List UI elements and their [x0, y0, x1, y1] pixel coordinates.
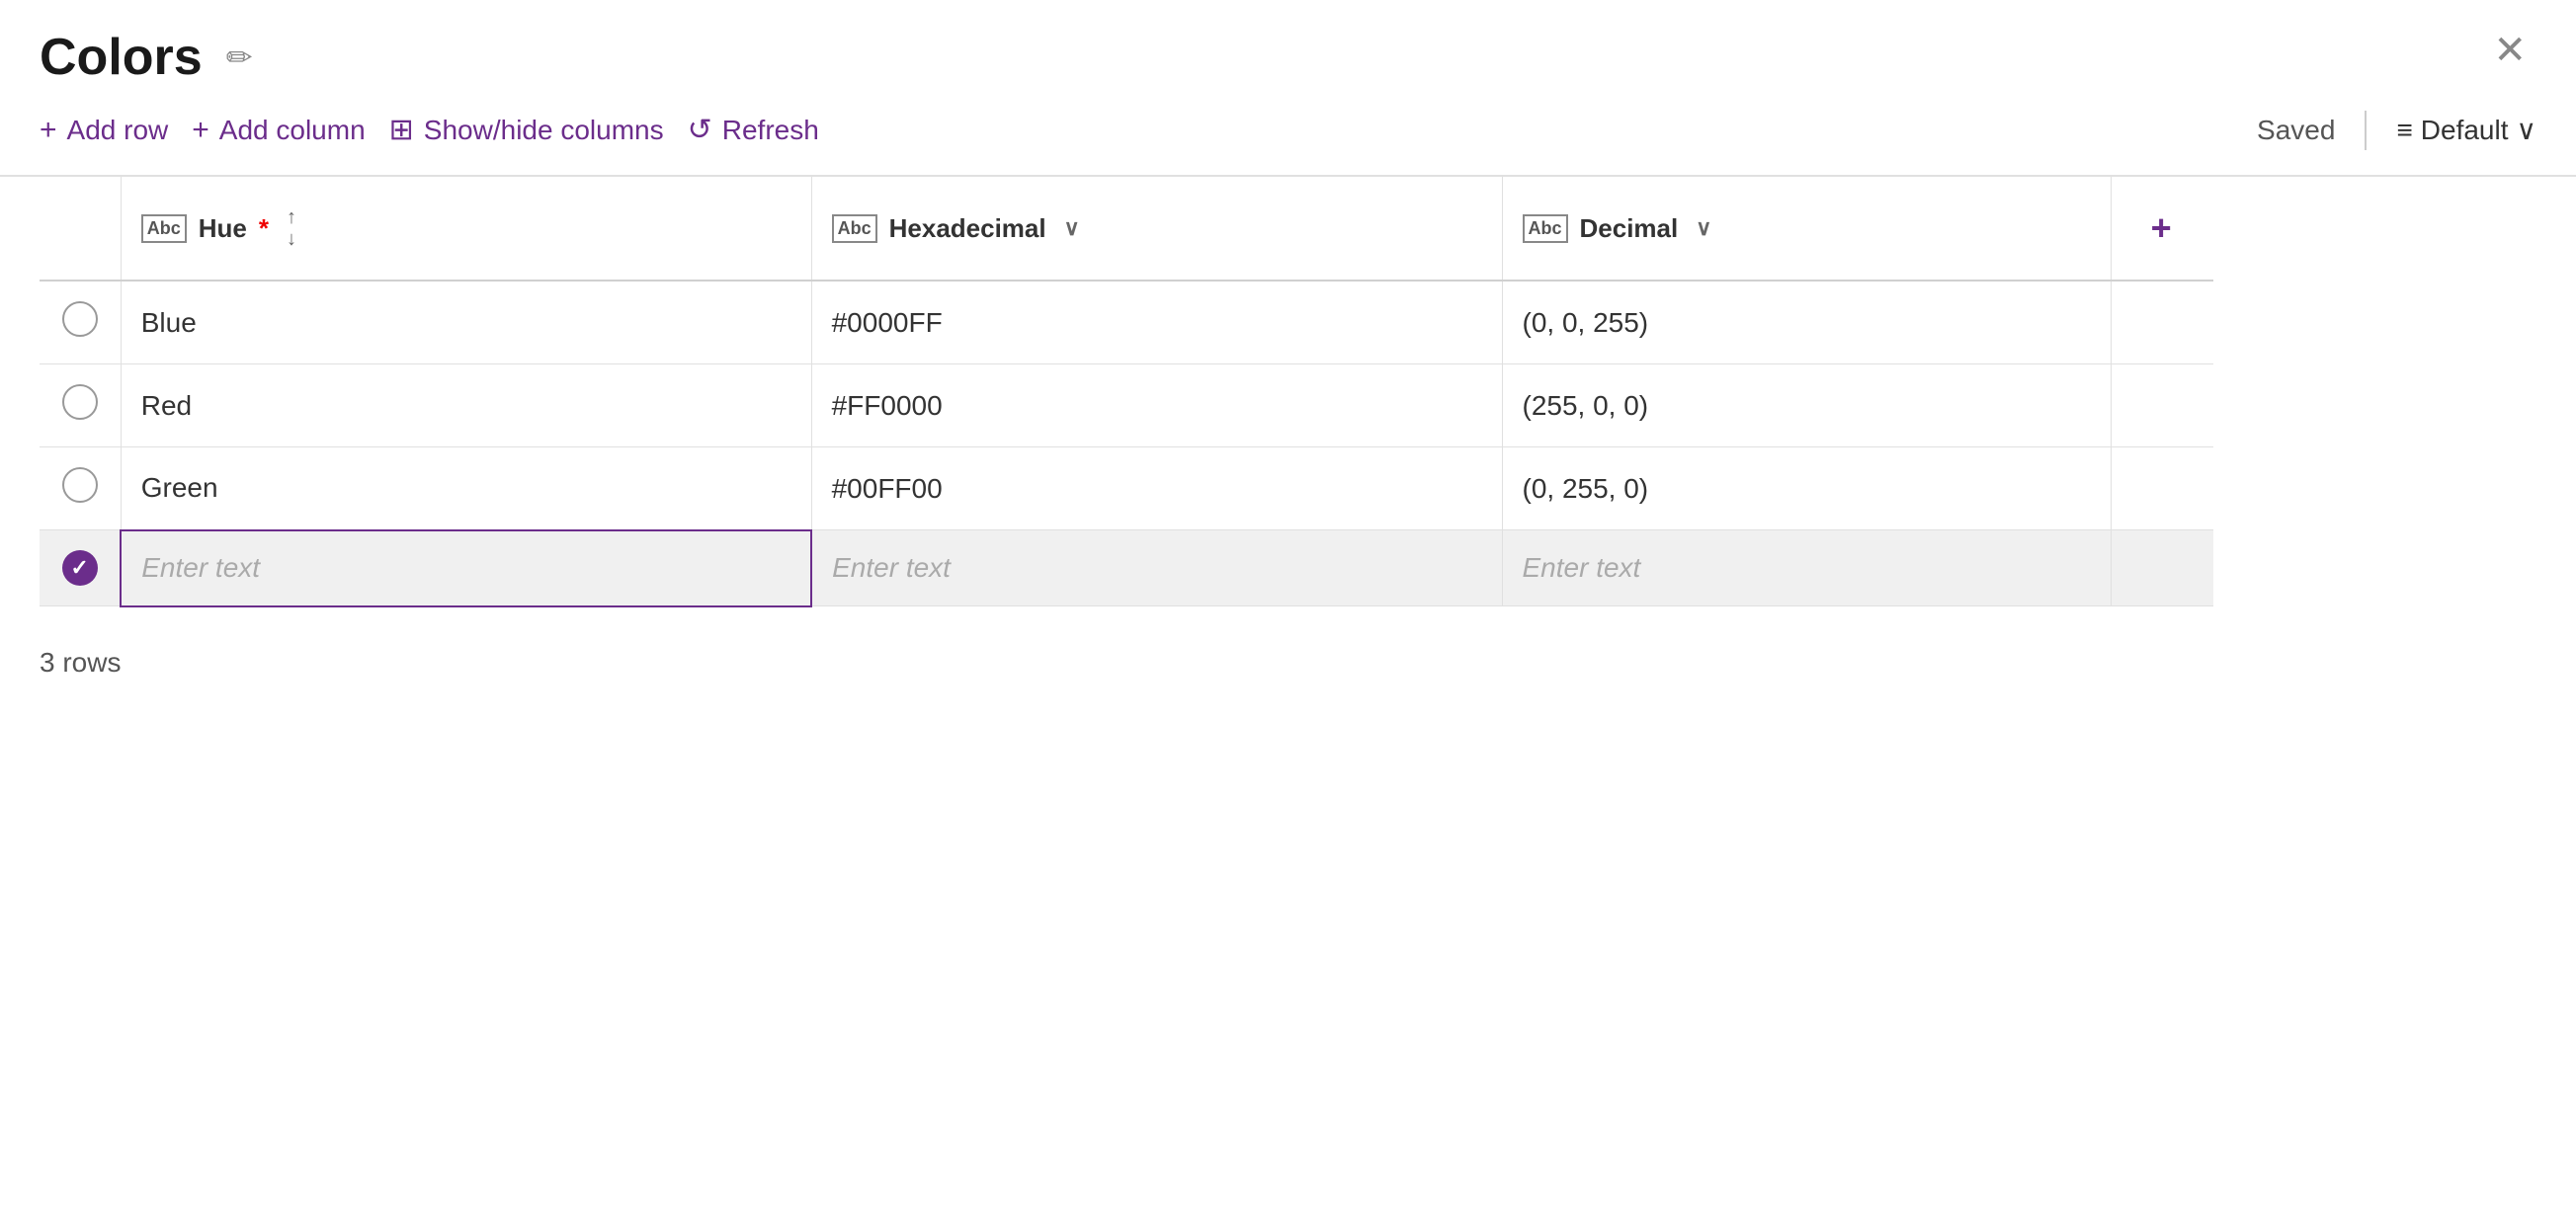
- dec-chevron-icon[interactable]: ∨: [1696, 215, 1711, 241]
- add-column-label: Add column: [219, 115, 366, 146]
- hue-sort-down-icon[interactable]: ↓: [287, 229, 296, 249]
- colors-table: Abc Hue * ↑ ↓ Abc Hexadecimal ∨: [40, 177, 2213, 607]
- new-row-selector[interactable]: [40, 530, 121, 606]
- dec-col-icon: Abc: [1523, 214, 1568, 243]
- radio-button-0[interactable]: [62, 301, 98, 337]
- row-selector-2[interactable]: [40, 447, 121, 530]
- new-row-hue-input[interactable]: Enter text: [121, 530, 811, 606]
- row-selector-1[interactable]: [40, 364, 121, 447]
- row-dec-0[interactable]: (0, 0, 255): [1502, 281, 2112, 364]
- refresh-icon: ↺: [688, 113, 712, 147]
- saved-label: Saved: [2257, 115, 2335, 146]
- edit-title-icon[interactable]: ✏: [226, 39, 253, 76]
- row-empty-0: [2112, 281, 2213, 364]
- add-column-button[interactable]: + Add column: [192, 106, 388, 155]
- add-column-icon[interactable]: +: [2131, 199, 2191, 258]
- new-row-radio-checked[interactable]: [62, 550, 98, 586]
- page-title: Colors: [40, 28, 203, 87]
- row-hex-2[interactable]: #00FF00: [811, 447, 1502, 530]
- radio-button-2[interactable]: [62, 467, 98, 503]
- hue-sort-icons: ↑ ↓: [287, 207, 296, 249]
- toolbar: + Add row + Add column ⊞ Show/hide colum…: [0, 105, 2576, 175]
- table-container: Abc Hue * ↑ ↓ Abc Hexadecimal ∨: [0, 177, 2576, 607]
- chevron-down-icon: ∨: [2517, 114, 2537, 146]
- plus-icon-2: +: [192, 114, 209, 147]
- toolbar-right: Saved ≡ Default ∨: [2257, 111, 2536, 150]
- hue-col-icon: Abc: [141, 214, 187, 243]
- row-hue-2[interactable]: Green: [121, 447, 811, 530]
- col-header-decimal[interactable]: Abc Decimal ∨: [1502, 177, 2112, 281]
- page-header: Colors ✏ ✕: [0, 0, 2576, 105]
- row-hex-0[interactable]: #0000FF: [811, 281, 1502, 364]
- refresh-button[interactable]: ↺ Refresh: [688, 105, 843, 155]
- footer: 3 rows: [0, 607, 2576, 698]
- hue-sort-up-icon[interactable]: ↑: [287, 207, 296, 227]
- hex-chevron-icon[interactable]: ∨: [1064, 215, 1080, 241]
- hex-col-label: Hexadecimal: [889, 213, 1046, 244]
- plus-icon: +: [40, 114, 57, 147]
- col-header-add[interactable]: +: [2112, 177, 2213, 281]
- hex-col-icon: Abc: [832, 214, 877, 243]
- row-empty-2: [2112, 447, 2213, 530]
- close-icon[interactable]: ✕: [2493, 28, 2527, 73]
- radio-button-1[interactable]: [62, 384, 98, 420]
- new-row-empty: [2112, 530, 2213, 606]
- table-row: Green #00FF00 (0, 255, 0): [40, 447, 2213, 530]
- row-count: 3 rows: [40, 647, 121, 678]
- row-hex-1[interactable]: #FF0000: [811, 364, 1502, 447]
- row-selector-0[interactable]: [40, 281, 121, 364]
- table-row: Red #FF0000 (255, 0, 0): [40, 364, 2213, 447]
- row-hue-0[interactable]: Blue: [121, 281, 811, 364]
- add-row-label: Add row: [67, 115, 169, 146]
- row-dec-1[interactable]: (255, 0, 0): [1502, 364, 2112, 447]
- dec-col-label: Decimal: [1580, 213, 1679, 244]
- col-header-selector: [40, 177, 121, 281]
- row-dec-2[interactable]: (0, 255, 0): [1502, 447, 2112, 530]
- hue-col-label: Hue: [199, 213, 247, 244]
- table-header-row: Abc Hue * ↑ ↓ Abc Hexadecimal ∨: [40, 177, 2213, 281]
- row-empty-1: [2112, 364, 2213, 447]
- table-row: Blue #0000FF (0, 0, 255): [40, 281, 2213, 364]
- new-row-hex-input[interactable]: Enter text: [811, 530, 1502, 606]
- col-header-hue[interactable]: Abc Hue * ↑ ↓: [121, 177, 811, 281]
- show-hide-columns-button[interactable]: ⊞ Show/hide columns: [389, 105, 688, 155]
- new-row: Enter text Enter text Enter text: [40, 530, 2213, 606]
- menu-icon: ≡: [2396, 115, 2412, 146]
- show-hide-label: Show/hide columns: [424, 115, 664, 146]
- new-row-dec-input[interactable]: Enter text: [1502, 530, 2112, 606]
- default-label: Default: [2421, 115, 2509, 146]
- col-header-hexadecimal[interactable]: Abc Hexadecimal ∨: [811, 177, 1502, 281]
- toolbar-vertical-divider: [2365, 111, 2367, 150]
- show-hide-icon: ⊞: [389, 113, 414, 147]
- row-hue-1[interactable]: Red: [121, 364, 811, 447]
- refresh-label: Refresh: [722, 115, 819, 146]
- default-button[interactable]: ≡ Default ∨: [2396, 114, 2536, 146]
- hue-required-star: *: [259, 213, 269, 244]
- add-row-button[interactable]: + Add row: [40, 106, 192, 155]
